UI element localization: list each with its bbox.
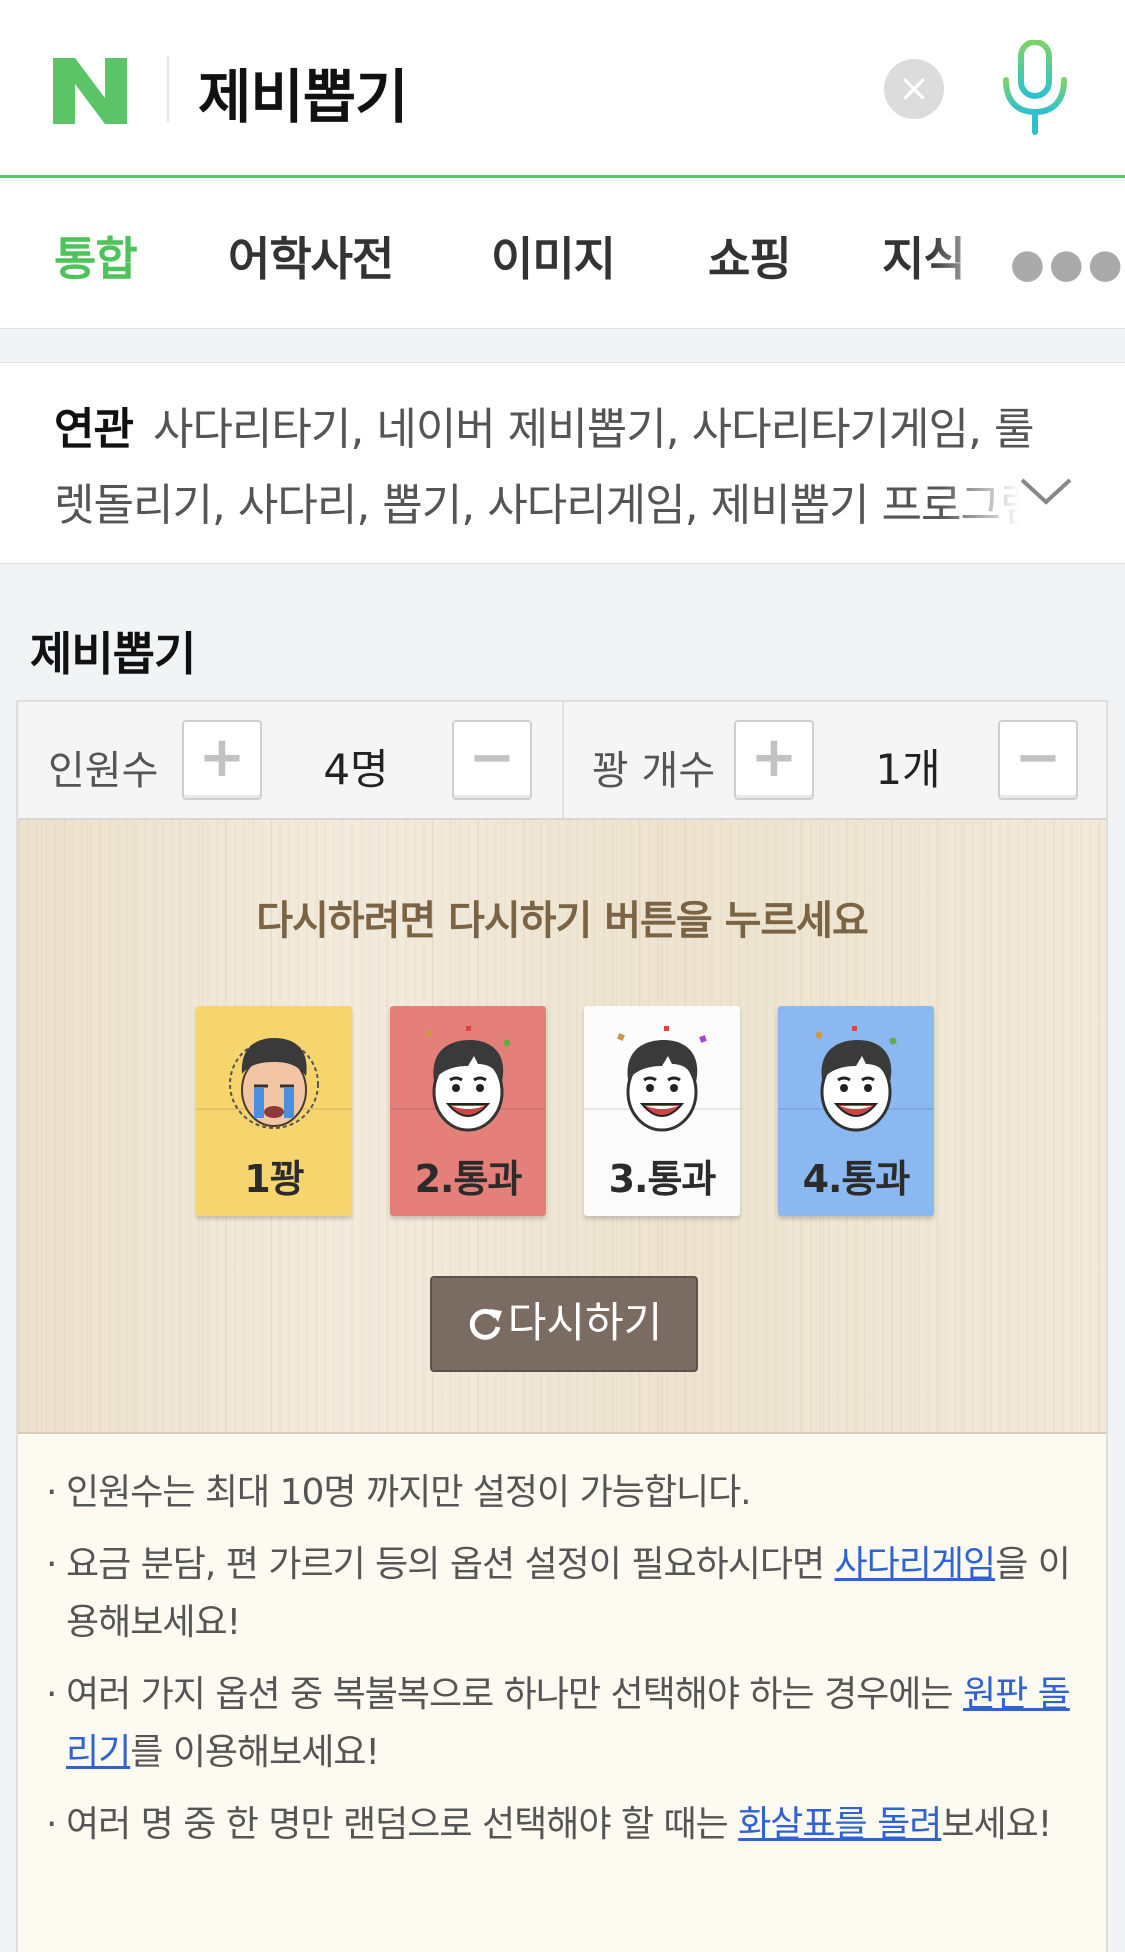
refresh-icon — [469, 1308, 502, 1340]
search-header: 제비뽑기 × — [0, 0, 1125, 178]
naver-logo[interactable] — [53, 58, 127, 124]
card-label: 3.통과 — [608, 1157, 717, 1201]
lottery-card-4[interactable]: 4.통과 — [778, 1006, 934, 1216]
lottery-widget: 인원수 + 4명 − 꽝 개수 + 1개 − 다시하려면 다시하기 버튼을 누르… — [16, 700, 1108, 1952]
retry-button[interactable]: 다시하기 — [430, 1276, 698, 1372]
tab-shopping[interactable]: 쇼핑 — [708, 223, 792, 289]
control-separator — [562, 702, 564, 818]
tab-fade — [930, 211, 1000, 291]
lottery-card-3[interactable]: 3.통과 — [584, 1006, 740, 1216]
people-minus-button[interactable]: − — [452, 720, 532, 800]
close-icon[interactable]: × — [884, 59, 944, 119]
game-board: 다시하려면 다시하기 버튼을 누르세요 1꽝 2.통과 3.통과 4.통과 다시… — [18, 820, 1106, 1434]
bust-count-value: 1개 — [875, 745, 941, 794]
card-label: 1꽝 — [244, 1157, 304, 1201]
microphone-icon[interactable] — [998, 40, 1072, 136]
more-icon[interactable]: ●●● — [1010, 241, 1125, 287]
arrow-spin-link[interactable]: 화살표를 돌려 — [738, 1804, 942, 1845]
people-count-label: 인원수 — [48, 748, 159, 794]
lottery-card-1[interactable]: 1꽝 — [196, 1006, 352, 1216]
note-2: · 요금 분담, 편 가르기 등의 옵션 설정이 필요하시다면 사다리게임을 이용… — [46, 1544, 1071, 1643]
tab-images[interactable]: 이미지 — [491, 223, 616, 289]
retry-label: 다시하기 — [507, 1298, 663, 1347]
header-divider — [167, 56, 169, 122]
happy-face-icon — [815, 1026, 897, 1132]
related-label: 연관 — [54, 404, 134, 455]
control-bar: 인원수 + 4명 − 꽝 개수 + 1개 − — [18, 702, 1106, 820]
related-line-1[interactable]: 연관 사다리타기, 네이버 제비뽑기, 사다리타기게임, 룰 — [54, 393, 1035, 457]
note-4: · 여러 명 중 한 명만 랜덤으로 선택해야 할 때는 화살표를 돌려보세요! — [46, 1804, 1052, 1845]
bust-minus-button[interactable]: − — [998, 720, 1078, 800]
happy-face-icon — [617, 1026, 707, 1132]
note-3: · 여러 가지 옵션 중 복불복으로 하나만 선택해야 하는 경우에는 원판 돌리… — [46, 1674, 1071, 1773]
tab-dictionary[interactable]: 어학사전 — [228, 223, 394, 289]
people-plus-button[interactable]: + — [182, 720, 262, 800]
note-1: · 인원수는 최대 10명 까지만 설정이 가능합니다. — [46, 1472, 752, 1513]
search-tabs: 통합 어학사전 이미지 쇼핑 지식 ●●● — [0, 181, 1125, 329]
bust-count-label: 꽝 개수 — [592, 748, 716, 794]
related-searches: 연관 사다리타기, 네이버 제비뽑기, 사다리타기게임, 룰 렛돌리기, 사다리,… — [0, 362, 1125, 564]
search-query[interactable]: 제비뽑기 — [198, 50, 408, 134]
bust-plus-button[interactable]: + — [734, 720, 814, 800]
card-label: 4.통과 — [802, 1157, 911, 1201]
chevron-down-icon[interactable] — [1016, 472, 1076, 512]
crying-face-icon — [229, 1038, 319, 1129]
people-count-value: 4명 — [323, 745, 389, 794]
notes-box: · 인원수는 최대 10명 까지만 설정이 가능합니다. · 요금 분담, 편 가르… — [18, 1436, 1106, 1952]
related-terms-1[interactable]: 사다리타기, 네이버 제비뽑기, 사다리타기게임, 룰 — [153, 404, 1035, 455]
card-label: 2.통과 — [414, 1157, 523, 1201]
game-instruction: 다시하려면 다시하기 버튼을 누르세요 — [256, 898, 869, 944]
happy-face-icon — [425, 1026, 511, 1132]
lottery-card-2[interactable]: 2.통과 — [390, 1006, 546, 1216]
related-fade — [940, 463, 1020, 533]
section-title: 제비뽑기 — [30, 627, 196, 681]
ladder-game-link[interactable]: 사다리게임 — [835, 1544, 997, 1585]
related-terms-2[interactable]: 렛돌리기, 사다리, 뽑기, 사다리게임, 제비뽑기 프로그램 — [54, 469, 1019, 533]
tab-integrated[interactable]: 통합 — [54, 223, 138, 289]
